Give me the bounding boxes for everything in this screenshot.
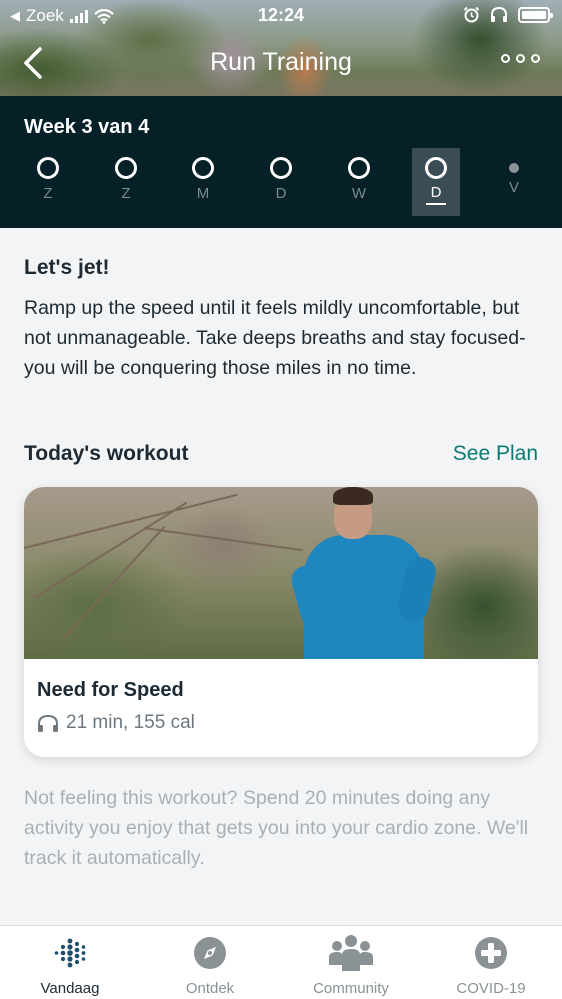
day-ring-icon [192,157,214,179]
tab-label: Community [313,980,389,997]
workout-image [24,487,538,659]
workout-section-title: Today's workout [24,442,189,465]
day-ring-icon [37,157,59,179]
status-bar: ◀ Zoek 12:24 [0,0,562,32]
tab-label: Ontdek [185,980,235,997]
tab-vandaag[interactable]: Vandaag [0,926,140,999]
day-ring-icon [425,157,447,179]
tab-label: Vandaag [40,980,100,997]
more-options-icon[interactable] [501,54,540,63]
nav-bar: Run Training [0,40,562,86]
day-item[interactable]: V [490,148,538,216]
tab-label: COVID-19 [456,980,526,997]
day-label: Z [43,185,53,202]
plus-circle-icon [475,937,507,969]
tab-ontdek[interactable]: Ontdek [140,926,280,999]
day-label: D [275,185,287,202]
workout-meta-text: 21 min, 155 cal [66,712,195,733]
see-plan-link[interactable]: See Plan [453,442,538,466]
day-label: D [430,184,442,201]
day-item-selected[interactable]: D [412,148,460,216]
workout-name: Need for Speed [37,679,184,701]
day-item[interactable]: Z [24,148,72,216]
people-icon [329,935,373,971]
day-item[interactable]: M [179,148,227,216]
selected-underline [426,203,446,205]
tab-covid-19[interactable]: COVID-19 [421,926,561,999]
alarm-icon [463,6,480,23]
page-title: Run Training [210,48,352,76]
status-right [463,6,553,23]
week-title: Week 3 van 4 [24,116,150,138]
day-ring-icon [115,157,137,179]
day-label: V [508,179,519,196]
headphones-status-icon [491,6,507,22]
fitbit-dots-icon [54,938,86,968]
day-ring-icon [348,157,370,179]
workout-card[interactable]: Need for Speed 21 min, 155 cal [24,487,538,757]
compass-icon [194,937,226,969]
day-dot-icon [509,163,519,173]
day-ring-icon [270,157,292,179]
main-content: Let's jet! Ramp up the speed until it fe… [0,228,562,925]
day-label: M [196,185,210,202]
battery-icon [518,6,553,23]
alternative-workout-text: Not feeling this workout? Spend 20 minut… [24,787,529,869]
headphones-icon [38,714,58,732]
week-progress: Week 3 van 4 Z Z M D W D V [0,96,562,228]
tab-bar: Vandaag Ontdek Community COVID-19 [0,925,562,999]
day-label: W [351,185,367,202]
tab-community[interactable]: Community [281,926,421,999]
motto-title: Let's jet! [24,256,110,279]
motto-body: Ramp up the speed until it feels mildly … [24,297,526,379]
day-label: Z [121,185,131,202]
day-item[interactable]: D [257,148,305,216]
day-item[interactable]: Z [102,148,150,216]
day-item[interactable]: W [335,148,383,216]
workout-meta: 21 min, 155 cal [36,712,195,734]
